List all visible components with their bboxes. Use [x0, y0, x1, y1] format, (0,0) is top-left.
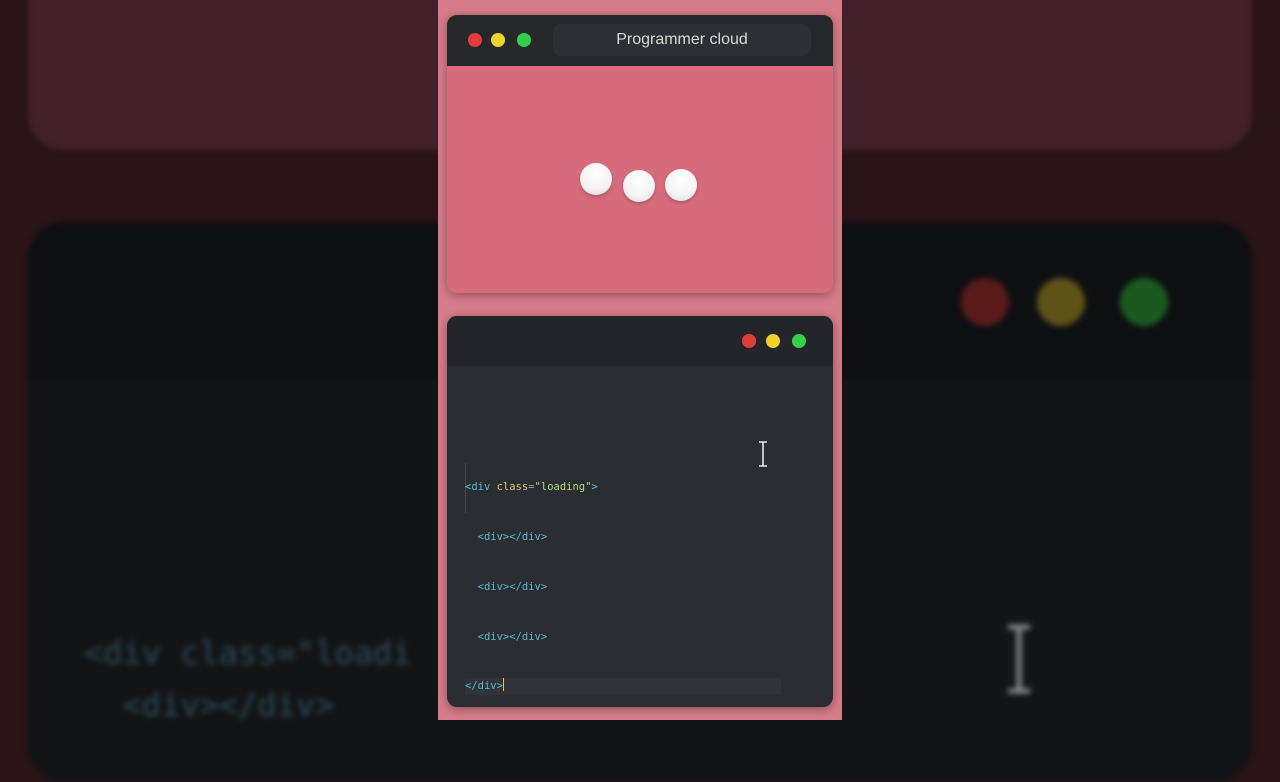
editor-titlebar: [447, 316, 833, 366]
window-title: Programmer cloud: [553, 24, 811, 56]
close-dot-icon[interactable]: [742, 334, 756, 348]
background-maximize-dot-icon: [1120, 278, 1168, 326]
code-line: <div class="loading">: [465, 481, 598, 494]
code-editor-window: <div class="loading"> <div></div> <div><…: [447, 316, 833, 707]
text-cursor-icon: [759, 441, 767, 467]
code-area[interactable]: <div class="loading"> <div></div> <div><…: [465, 446, 781, 707]
loading-ball: [580, 163, 612, 195]
background-text-cursor-icon: [1008, 624, 1030, 694]
code-line: <div></div>: [465, 630, 548, 643]
maximize-dot-icon[interactable]: [517, 33, 531, 47]
minimize-dot-icon[interactable]: [766, 334, 780, 348]
close-dot-icon[interactable]: [468, 33, 482, 47]
text-caret: [502, 678, 505, 692]
code-line: <div></div>: [465, 580, 548, 593]
loading-ball: [623, 170, 655, 202]
minimize-dot-icon[interactable]: [491, 33, 505, 47]
code-line-active: </div>: [465, 678, 781, 695]
preview-window: Programmer cloud: [447, 15, 833, 293]
background-minimize-dot-icon: [1037, 278, 1085, 326]
code-line: <div></div>: [465, 530, 548, 543]
background-close-dot-icon: [961, 278, 1009, 326]
background-code-line-2: <div></div>: [84, 686, 335, 724]
preview-titlebar: Programmer cloud: [447, 15, 833, 66]
video-column: Programmer cloud <div class="loading"> <…: [438, 0, 842, 720]
loading-ball: [665, 169, 697, 201]
background-code-line-1: <div class="loadi: [84, 634, 412, 672]
maximize-dot-icon[interactable]: [792, 334, 806, 348]
